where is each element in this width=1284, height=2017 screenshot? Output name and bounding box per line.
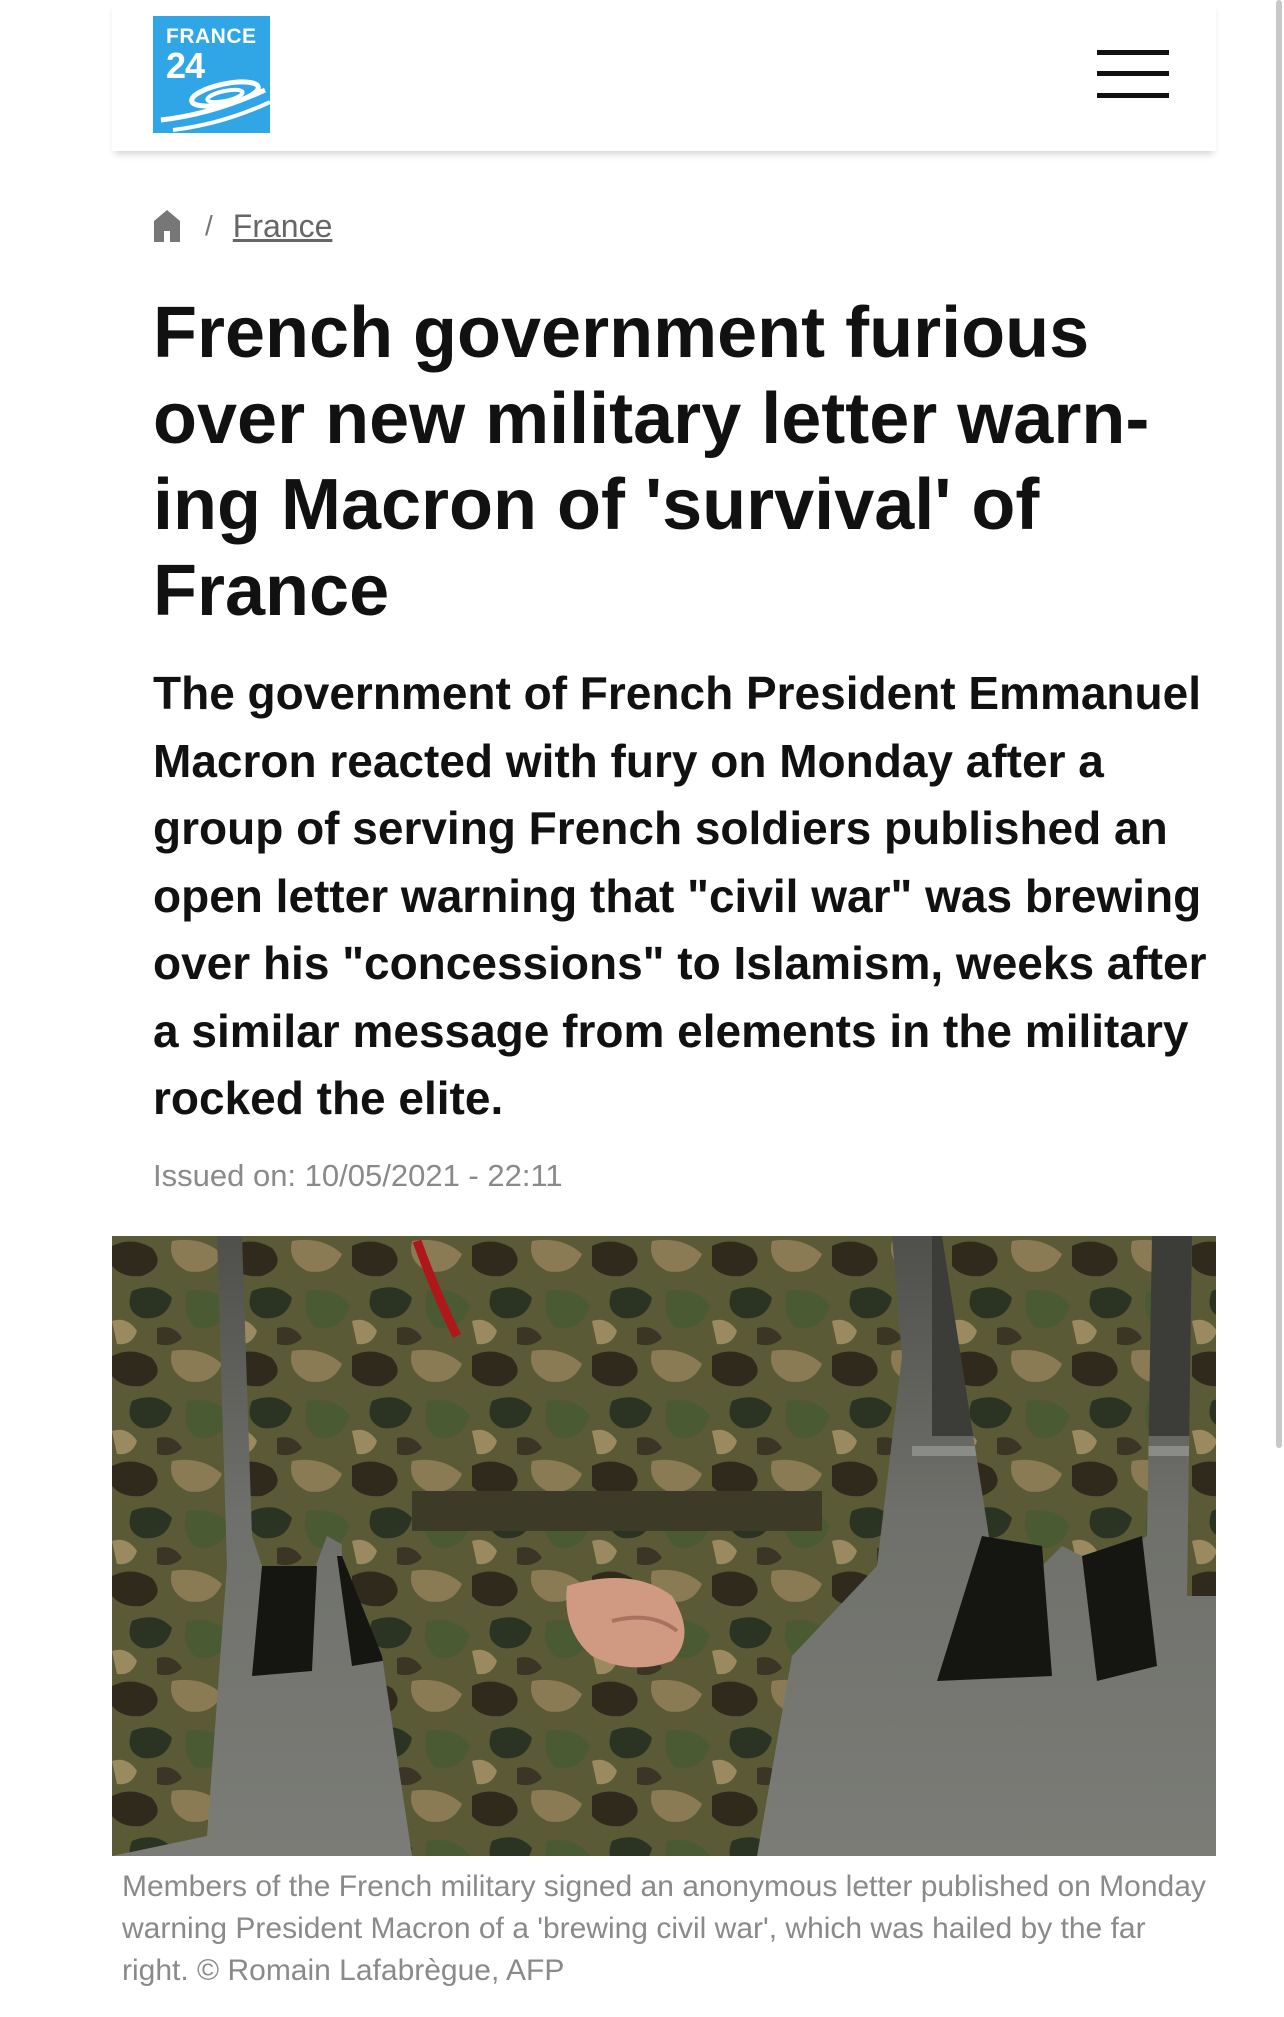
logo-number: 24 (166, 45, 205, 86)
breadcrumb-link-france[interactable]: France (233, 208, 333, 245)
photo-caption: Members of the French military signed an… (122, 1870, 1206, 1987)
article-lead: The government of French President Emman… (153, 667, 1207, 1124)
france24-logo[interactable]: FRANCE 24 (153, 16, 270, 133)
breadcrumb-separator: / (205, 210, 213, 241)
logo-text: FRANCE 24 (166, 26, 257, 84)
breadcrumb: / France (153, 208, 332, 244)
issued-date: Issued on: 10/05/2021 - 22:11 (153, 1158, 563, 1193)
hamburger-icon[interactable] (1097, 50, 1169, 98)
article-photo (112, 1236, 1216, 1856)
site-header: FRANCE 24 (112, 0, 1216, 151)
page: FRANCE 24 / France French government fur… (112, 0, 1216, 2017)
logo-word: FRANCE (166, 25, 257, 48)
home-icon[interactable] (153, 209, 181, 243)
article-title: French government furious over new milit… (153, 293, 1150, 631)
page-scrollbar[interactable] (1276, 0, 1282, 1448)
